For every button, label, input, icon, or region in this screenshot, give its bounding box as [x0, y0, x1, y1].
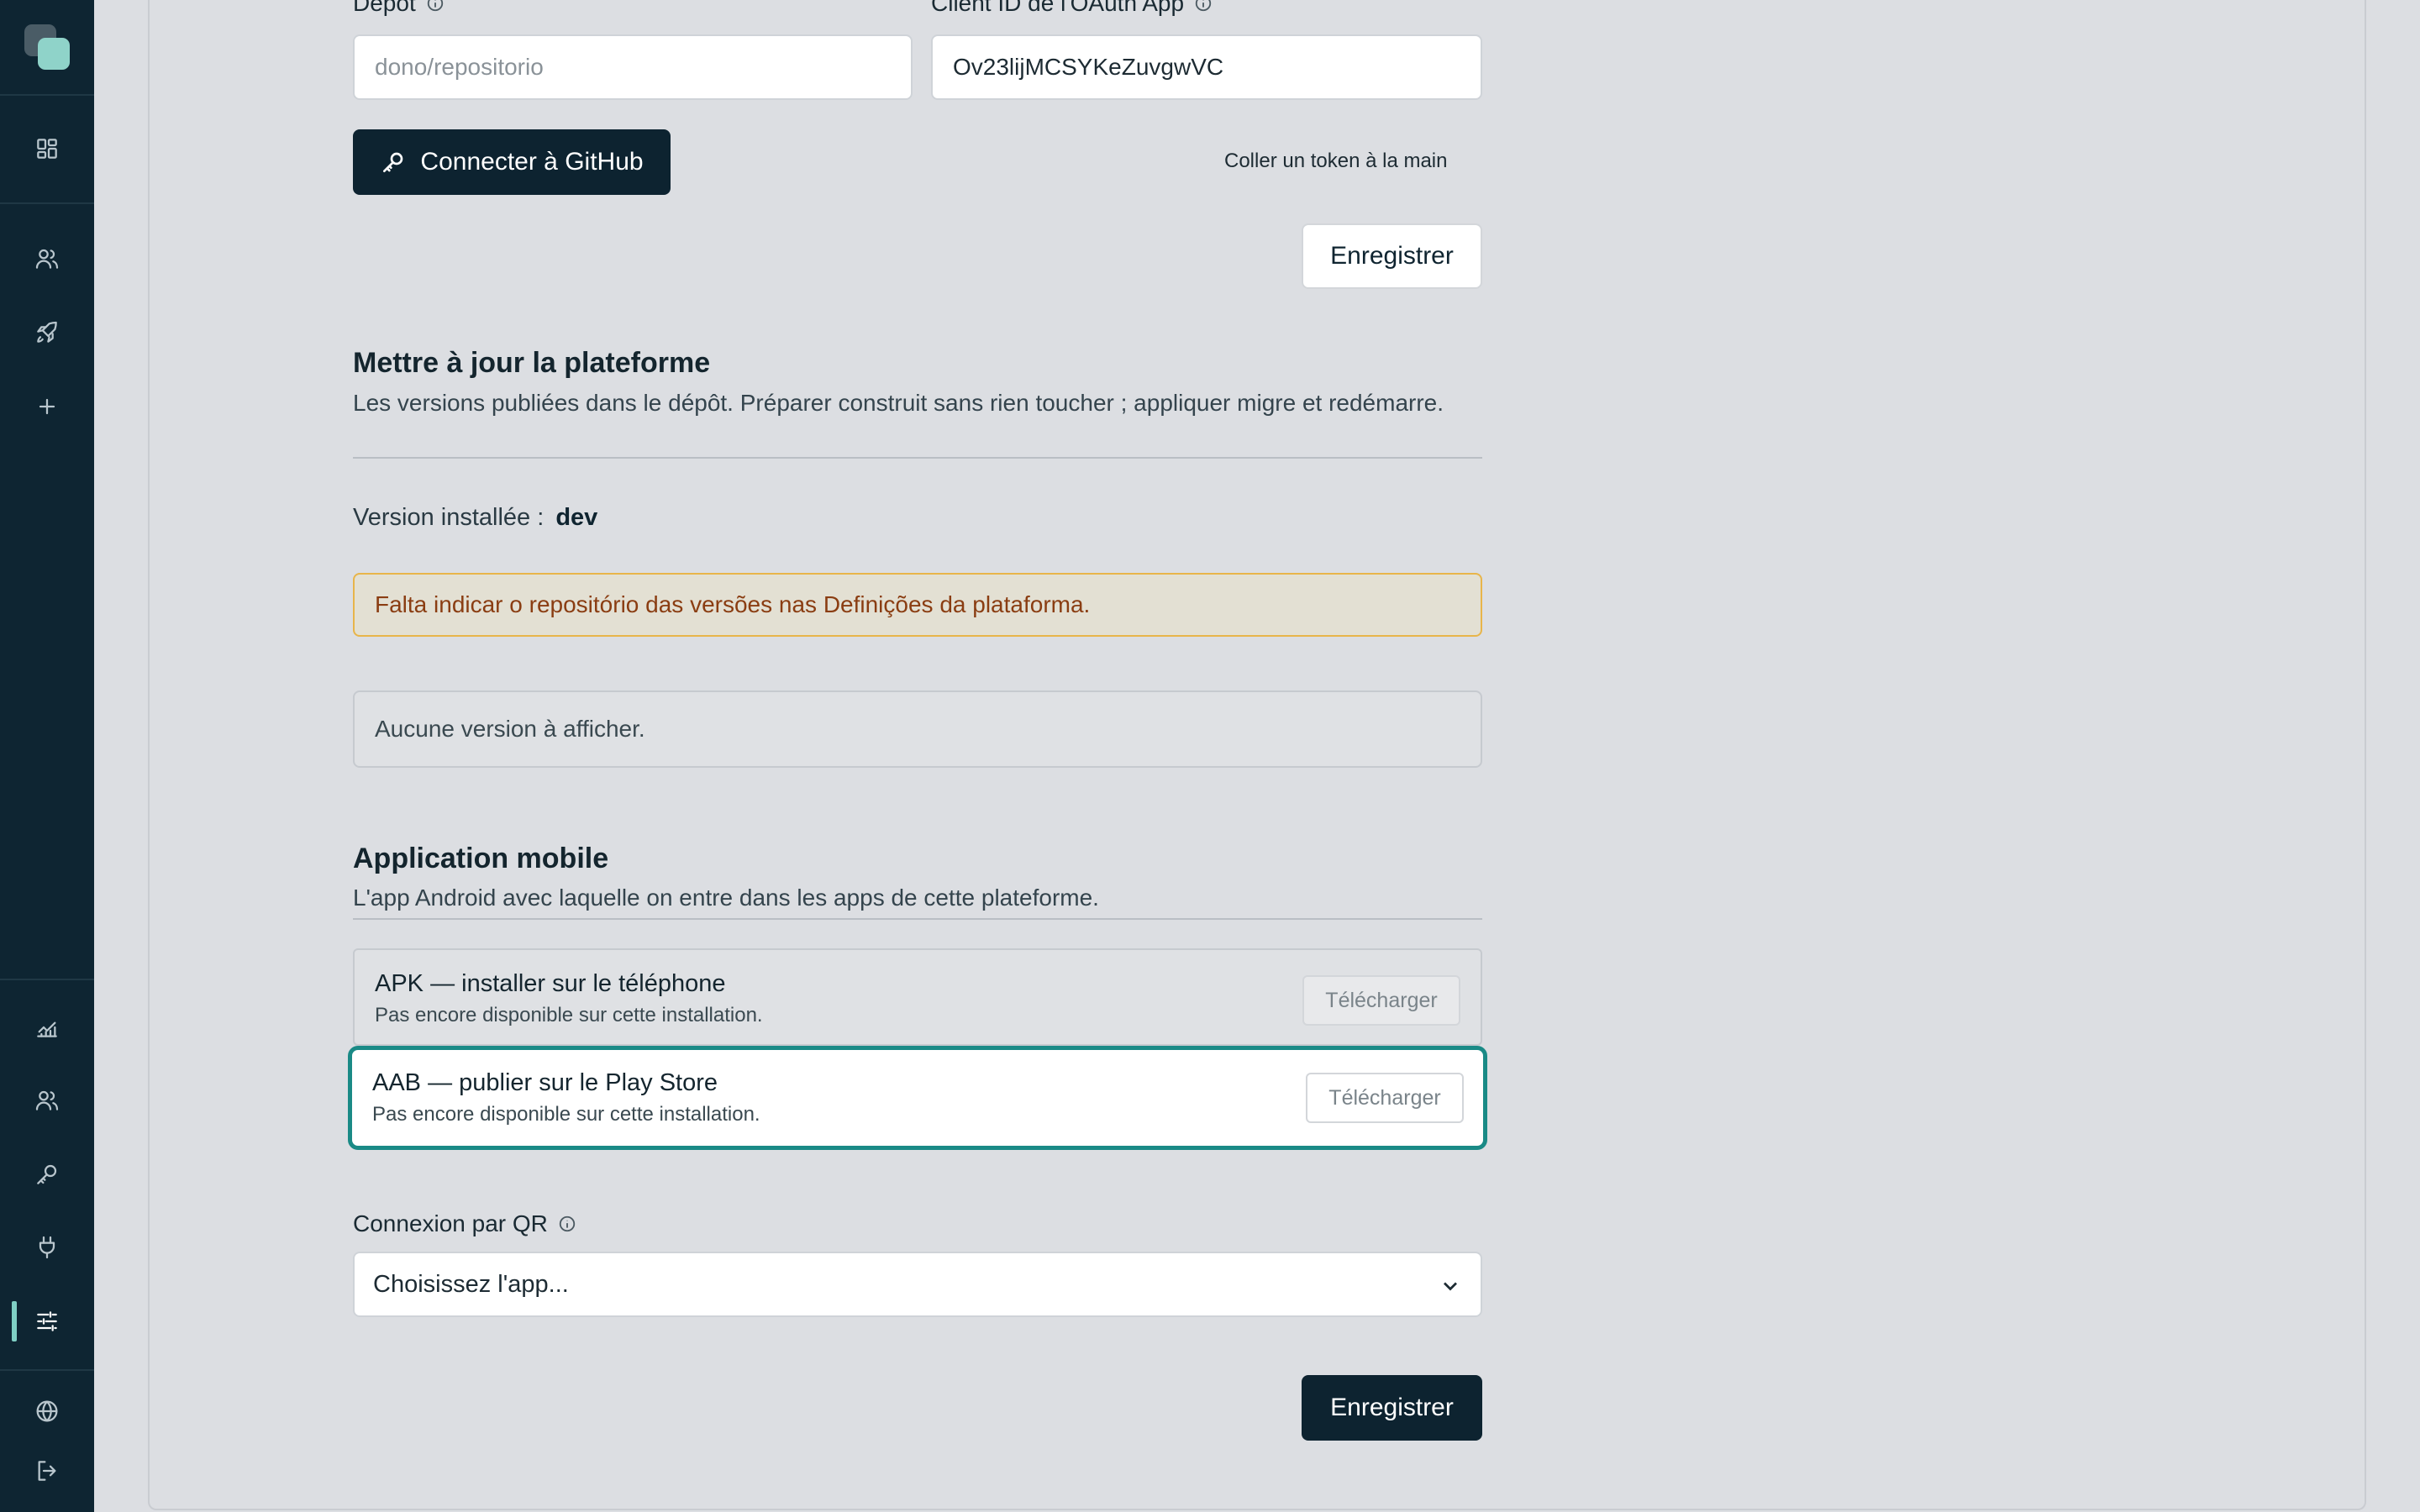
connect-github-button[interactable]: Connecter à GitHub [353, 129, 671, 195]
sliders-icon [37, 1311, 57, 1331]
plug-icon [39, 1236, 55, 1259]
client-id-label: Client ID de l'OAuth App [931, 0, 1213, 17]
sidebar-item-deploy[interactable] [0, 302, 94, 363]
info-icon[interactable] [1194, 0, 1213, 13]
apk-download-button[interactable]: Télécharger [1302, 975, 1460, 1026]
depot-label: Depot [353, 0, 445, 17]
aab-download-button[interactable]: Télécharger [1306, 1073, 1464, 1123]
section-divider [353, 918, 1482, 920]
sidebar-item-keys[interactable] [0, 1144, 94, 1205]
section-divider [353, 457, 1482, 459]
sidebar-item-dashboard[interactable] [0, 118, 94, 179]
plus-icon [39, 398, 55, 415]
apk-subtitle: Pas encore disponible sur cette installa… [375, 1004, 763, 1026]
users-icon [35, 249, 59, 269]
sidebar [0, 0, 94, 1512]
mobile-app-description: L'app Android avec laquelle on entre dan… [353, 885, 1099, 911]
installed-version: Version installée : dev [353, 504, 597, 532]
rocket-icon [37, 321, 57, 343]
sidebar-item-members[interactable] [0, 1070, 94, 1131]
sidebar-item-analytics[interactable] [0, 997, 94, 1058]
aab-title: AAB — publier sur le Play Store [372, 1069, 718, 1096]
dashboard-icon [37, 139, 57, 159]
sidebar-divider [0, 202, 94, 204]
qr-app-select-value: Choisissez l'app... [373, 1270, 569, 1298]
installed-version-value: dev [555, 504, 598, 531]
platform-update-title: Mettre à jour la plateforme [353, 347, 711, 379]
sidebar-item-logout[interactable] [0, 1441, 94, 1501]
depot-label-text: Depot [353, 0, 416, 16]
sidebar-item-users[interactable] [0, 228, 94, 289]
repo-missing-warning: Falta indicar o repositório das versões … [353, 573, 1482, 637]
settings-panel: Depot Client ID de l'OAuth App Connecter… [148, 0, 2366, 1510]
analytics-icon [37, 1021, 57, 1037]
info-icon[interactable] [426, 0, 445, 13]
sidebar-divider [0, 1369, 94, 1371]
qr-app-select[interactable]: Choisissez l'app... [353, 1252, 1482, 1317]
connect-github-label: Connecter à GitHub [420, 148, 644, 176]
client-id-label-text: Client ID de l'OAuth App [931, 0, 1185, 16]
installed-version-label: Version installée : [353, 504, 544, 531]
qr-login-label: Connexion par QR [353, 1210, 576, 1237]
key-icon [383, 152, 403, 172]
sidebar-item-settings[interactable] [0, 1291, 94, 1352]
globe-icon [36, 1400, 58, 1422]
client-id-input[interactable] [931, 34, 1482, 100]
chevron-down-icon [1444, 1282, 1457, 1291]
apk-title: APK — installer sur le téléphone [375, 970, 726, 997]
sidebar-item-add[interactable] [0, 376, 94, 437]
apk-download-card: APK — installer sur le téléphone Pas enc… [353, 948, 1482, 1046]
aab-subtitle: Pas encore disponible sur cette installa… [372, 1103, 760, 1126]
versions-empty-state: Aucune version à afficher. [353, 690, 1482, 768]
aab-download-card: AAB — publier sur le Play Store Pas enco… [348, 1046, 1487, 1150]
sidebar-item-language[interactable] [0, 1381, 94, 1441]
qr-login-label-text: Connexion par QR [353, 1210, 548, 1236]
key-icon [37, 1164, 57, 1184]
info-icon[interactable] [558, 1215, 576, 1233]
sidebar-divider [0, 979, 94, 980]
platform-update-description: Les versions publiées dans le dépôt. Pré… [353, 390, 1444, 416]
save-repo-button[interactable]: Enregistrer [1302, 223, 1482, 289]
save-mobile-button[interactable]: Enregistrer [1302, 1375, 1482, 1441]
logout-icon [38, 1461, 56, 1481]
users-icon [35, 1090, 59, 1110]
app-logo[interactable] [24, 24, 71, 71]
mobile-app-title: Application mobile [353, 843, 609, 874]
paste-token-link[interactable]: Coller un token à la main [1224, 150, 1447, 173]
sidebar-divider [0, 94, 94, 96]
depot-input[interactable] [353, 34, 913, 100]
settings-content: Depot Client ID de l'OAuth App Connecter… [348, 0, 1487, 1512]
sidebar-item-integrations[interactable] [0, 1217, 94, 1278]
